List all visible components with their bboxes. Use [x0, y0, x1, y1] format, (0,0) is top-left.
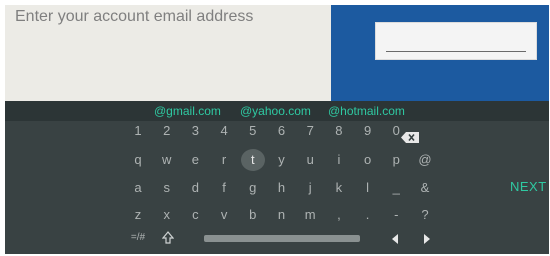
key-o[interactable]: o — [356, 149, 380, 171]
arrow-left-icon[interactable] — [392, 234, 398, 244]
key-x45[interactable]: - — [384, 204, 408, 226]
key-s[interactable]: s — [155, 177, 179, 199]
prompt-text: Enter your account email address — [15, 8, 254, 25]
suggestion-yahoo[interactable]: @yahoo.com — [240, 104, 311, 118]
key-y[interactable]: y — [270, 149, 294, 171]
key-x95[interactable]: _ — [384, 177, 408, 199]
key-h[interactable]: h — [270, 177, 294, 199]
email-input[interactable] — [375, 22, 537, 60]
key-x63[interactable]: ? — [413, 204, 437, 226]
key-a[interactable]: a — [126, 177, 150, 199]
arrow-right-icon[interactable] — [424, 234, 430, 244]
key-x46[interactable]: . — [356, 204, 380, 226]
key-p[interactable]: p — [384, 149, 408, 171]
prompt-pane: Enter your account email address — [5, 5, 331, 101]
space-key[interactable] — [204, 235, 360, 242]
key-x44[interactable]: , — [327, 204, 351, 226]
shift-icon[interactable] — [162, 231, 174, 245]
key-w[interactable]: w — [155, 149, 179, 171]
key-8[interactable]: 8 — [327, 120, 351, 142]
key-k[interactable]: k — [327, 177, 351, 199]
suggestion-bar: @gmail.com @yahoo.com @hotmail.com — [5, 101, 549, 121]
key-0[interactable]: 0 — [384, 120, 408, 142]
tv-email-entry-screen: Enter your account email address @gmail.… — [0, 0, 550, 256]
key-g[interactable]: g — [241, 177, 265, 199]
key-x64[interactable]: @ — [413, 149, 437, 171]
key-q[interactable]: q — [126, 149, 150, 171]
key-1[interactable]: 1 — [126, 120, 150, 142]
key-c[interactable]: c — [183, 204, 207, 226]
key-3[interactable]: 3 — [183, 120, 207, 142]
suggestion-hotmail[interactable]: @hotmail.com — [328, 104, 405, 118]
key-6[interactable]: 6 — [270, 120, 294, 142]
key-t[interactable]: t — [240, 149, 265, 171]
key-l[interactable]: l — [356, 177, 380, 199]
key-z[interactable]: z — [126, 204, 150, 226]
key-f[interactable]: f — [212, 177, 236, 199]
key-j[interactable]: j — [298, 177, 322, 199]
key-2[interactable]: 2 — [155, 120, 179, 142]
key-b[interactable]: b — [241, 204, 265, 226]
key-r[interactable]: r — [212, 149, 236, 171]
email-input-underline — [386, 51, 526, 52]
suggestion-gmail[interactable]: @gmail.com — [154, 104, 221, 118]
side-panel — [331, 5, 549, 101]
key-5[interactable]: 5 — [241, 120, 265, 142]
key-9[interactable]: 9 — [356, 120, 380, 142]
key-4[interactable]: 4 — [212, 120, 236, 142]
key-7[interactable]: 7 — [298, 120, 322, 142]
onscreen-keyboard: @gmail.com @yahoo.com @hotmail.com =/# N… — [5, 101, 549, 254]
key-i[interactable]: i — [327, 149, 351, 171]
key-v[interactable]: v — [212, 204, 236, 226]
key-m[interactable]: m — [298, 204, 322, 226]
symbols-key[interactable]: =/# — [126, 227, 150, 249]
key-n[interactable]: n — [270, 204, 294, 226]
key-e[interactable]: e — [183, 149, 207, 171]
input-area: Enter your account email address — [5, 5, 549, 101]
key-x[interactable]: x — [155, 204, 179, 226]
key-u[interactable]: u — [298, 149, 322, 171]
key-x38[interactable]: & — [413, 177, 437, 199]
key-d[interactable]: d — [183, 177, 207, 199]
next-button[interactable]: NEXT — [510, 179, 547, 194]
